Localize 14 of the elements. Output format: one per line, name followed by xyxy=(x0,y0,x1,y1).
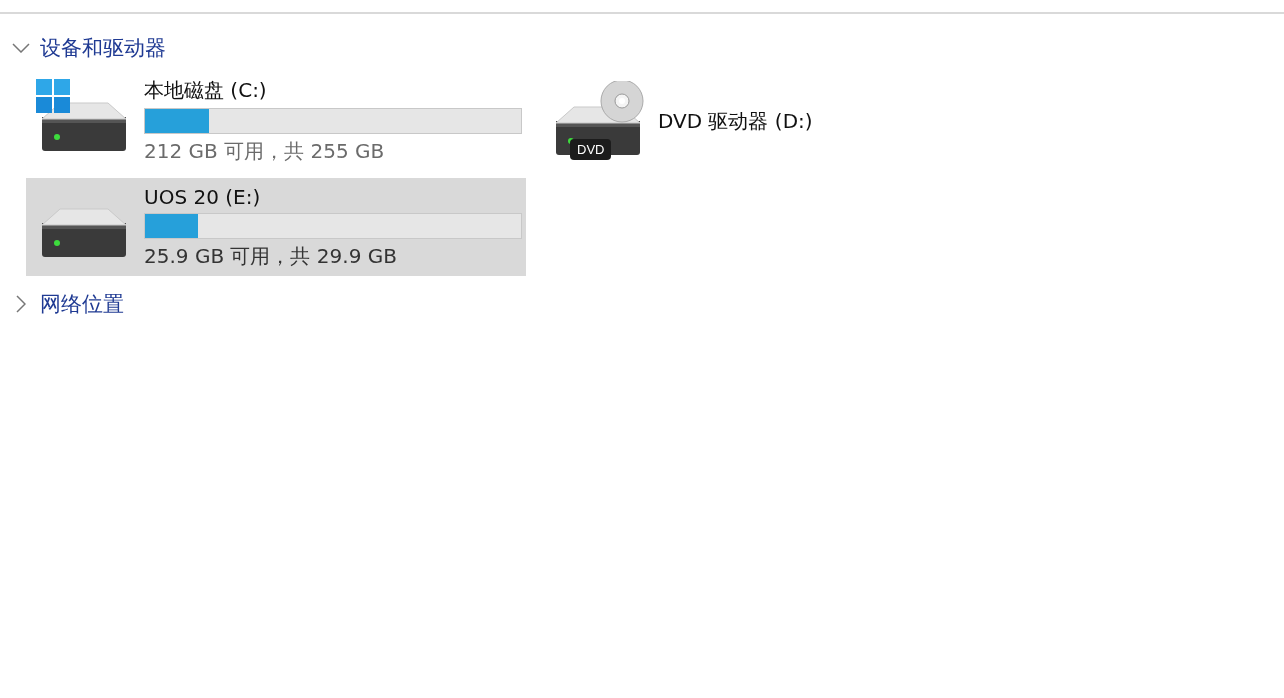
chevron-down-icon xyxy=(12,43,30,53)
drive-name: 本地磁盘 (C:) xyxy=(144,77,268,104)
drive-name: UOS 20 (E:) xyxy=(144,184,262,209)
windows-logo-icon xyxy=(36,79,70,113)
dvd-label: DVD xyxy=(570,139,612,160)
drive-tile[interactable]: 本地磁盘 (C:) 212 GB 可用，共 255 GB xyxy=(26,72,526,170)
group-header[interactable]: 设备和驱动器 xyxy=(0,28,166,68)
drive-space: 212 GB 可用，共 255 GB xyxy=(144,138,386,165)
drive-tile[interactable]: DVD DVD 驱动器 (D:) xyxy=(540,72,1040,170)
drive-tile[interactable]: UOS 20 (E:) 25.9 GB 可用，共 29.9 GB xyxy=(26,178,526,276)
chevron-right-icon xyxy=(16,295,26,313)
drive-name: DVD 驱动器 (D:) xyxy=(658,107,813,135)
group-header[interactable]: 网络位置 xyxy=(0,284,124,324)
drive-space: 25.9 GB 可用，共 29.9 GB xyxy=(144,242,398,270)
